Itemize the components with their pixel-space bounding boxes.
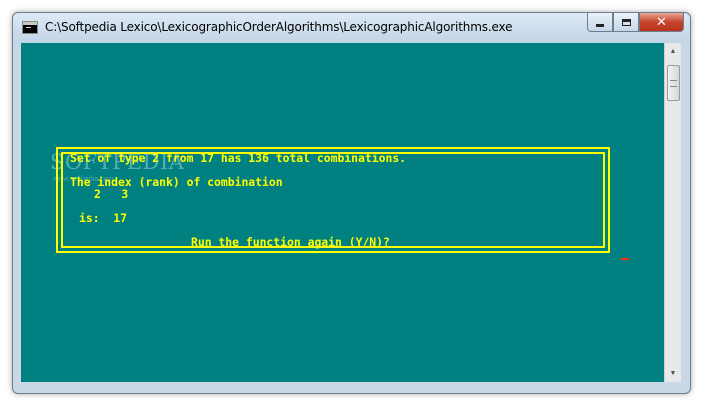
console-output[interactable]: SOFTPEDIA www.softpedia.com Set of type … [21, 43, 664, 382]
vertical-scrollbar[interactable]: ▲ ▼ [664, 43, 681, 382]
close-button[interactable]: ✕ [639, 13, 684, 32]
run-again-prompt: Run the function again (Y/N)? [191, 235, 390, 249]
scroll-down-arrow-icon[interactable]: ▼ [665, 365, 681, 382]
caption-buttons: ✕ [587, 13, 684, 33]
minimize-button[interactable] [587, 13, 613, 32]
title-bar[interactable]: C:\Softpedia Lexico\LexicographicOrderAl… [13, 13, 690, 43]
rank-result-line: is: 17 [79, 211, 128, 225]
maximize-button[interactable] [613, 13, 639, 32]
text-cursor [621, 258, 629, 260]
close-icon: ✕ [656, 14, 667, 30]
minimize-icon [596, 24, 604, 27]
scrollbar-thumb[interactable] [667, 65, 680, 101]
scroll-up-arrow-icon[interactable]: ▲ [665, 43, 681, 60]
combination-values: 2 3 [94, 187, 129, 201]
total-combinations-line: Set of type 2 from 17 has 136 total comb… [70, 151, 407, 165]
console-app-icon[interactable] [22, 21, 38, 34]
window-title: C:\Softpedia Lexico\LexicographicOrderAl… [45, 20, 513, 34]
result-box-inner-border [61, 152, 605, 248]
maximize-icon [621, 18, 631, 26]
console-window: C:\Softpedia Lexico\LexicographicOrderAl… [12, 12, 691, 394]
